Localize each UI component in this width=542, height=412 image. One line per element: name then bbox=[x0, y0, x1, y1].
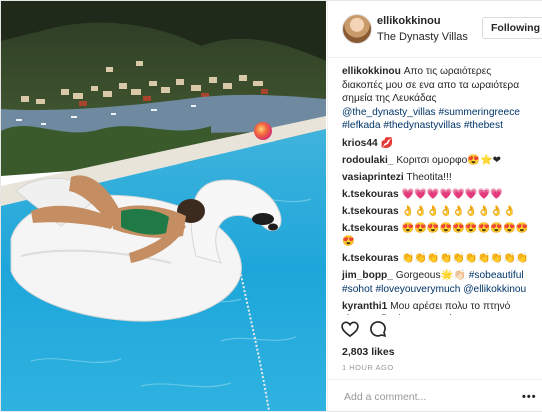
hashtag-link[interactable]: #thedynastyvillas bbox=[383, 120, 461, 131]
add-comment-input[interactable] bbox=[342, 388, 516, 406]
comment-text: 💋 bbox=[380, 137, 394, 149]
comment-text: 👏👏👏👏👏👏👏👏👏👏 bbox=[401, 253, 529, 264]
caption: ellikokkinou Απο τις ωραιότερες διακοπές… bbox=[328, 65, 542, 133]
comment-username[interactable]: ellikokkinou bbox=[342, 66, 401, 77]
hashtag-link[interactable]: #thebest bbox=[464, 120, 503, 131]
post-location[interactable]: The Dynasty Villas bbox=[377, 31, 468, 43]
mention-link[interactable]: @ellikokkinou bbox=[463, 284, 526, 295]
mention-link[interactable]: @the_dynasty_villas bbox=[342, 107, 436, 118]
comment-item: k.tsekouras 😍😍😍😍😍😍😍😍😍😍😍 bbox=[328, 222, 542, 249]
comment-item: jim_bopp_ Gorgeous🌟👏🏻 #sobeautiful #soho… bbox=[328, 269, 542, 296]
comment-item: kyranthi1 Μου αρέσει πολυ το πτηνό είναι… bbox=[328, 300, 542, 316]
add-comment-bar: ••• bbox=[328, 379, 542, 412]
comment-username[interactable]: k.tsekouras bbox=[342, 253, 399, 264]
comment-text: 💗💗💗💗💗💗💗💗 bbox=[401, 188, 503, 200]
comment-item: krios44 💋 bbox=[328, 137, 542, 151]
action-bar bbox=[328, 319, 542, 341]
comment-username[interactable]: jim_bopp_ bbox=[342, 270, 393, 281]
comment-item: vasiaprintezi Theotita!!! bbox=[328, 171, 542, 185]
comments-list: ellikokkinou Απο τις ωραιότερες διακοπές… bbox=[328, 65, 542, 315]
hashtag-link[interactable]: #summeringreece bbox=[438, 107, 520, 118]
comment-text: 👌👌👌👌👌👌👌👌👌 bbox=[401, 205, 516, 217]
comment-username[interactable]: k.tsekouras bbox=[342, 189, 399, 200]
comment-text: Κοριτσι ομορφο😍⭐❤ bbox=[396, 154, 502, 166]
likes-count[interactable]: 2,803 likes bbox=[342, 346, 395, 358]
comment-icon[interactable] bbox=[368, 319, 388, 339]
post-username[interactable]: ellikokkinou bbox=[377, 15, 441, 27]
hashtag-link[interactable]: #loveyouverymuch bbox=[375, 284, 460, 295]
post-photo[interactable] bbox=[1, 1, 326, 411]
hashtag-link[interactable]: #sohot bbox=[342, 284, 373, 295]
following-button[interactable]: Following bbox=[482, 17, 542, 39]
post-timestamp[interactable]: 1 HOUR AGO bbox=[342, 363, 394, 372]
post-sidebar: ellikokkinou The Dynasty Villas Followin… bbox=[327, 1, 542, 411]
instagram-post: ellikokkinou The Dynasty Villas Followin… bbox=[0, 0, 542, 412]
comment-item: rodoulaki_ Κοριτσι ομορφο😍⭐❤ bbox=[328, 154, 542, 168]
comment-username[interactable]: k.tsekouras bbox=[342, 206, 399, 217]
comment-username[interactable]: vasiaprintezi bbox=[342, 172, 404, 183]
comment-item: k.tsekouras 👌👌👌👌👌👌👌👌👌 bbox=[328, 205, 542, 219]
comment-text: Gorgeous🌟👏🏻 bbox=[395, 270, 466, 281]
comment-item: k.tsekouras 👏👏👏👏👏👏👏👏👏👏 bbox=[328, 252, 542, 266]
comment-username[interactable]: krios44 bbox=[342, 138, 378, 149]
heart-icon[interactable] bbox=[340, 319, 360, 339]
hashtag-link[interactable]: #lefkada bbox=[342, 120, 381, 131]
more-options-icon[interactable]: ••• bbox=[522, 391, 537, 403]
comment-username[interactable]: rodoulaki_ bbox=[342, 155, 394, 166]
comment-username[interactable]: kyranthi1 bbox=[342, 301, 387, 312]
comment-username[interactable]: k.tsekouras bbox=[342, 223, 399, 234]
avatar[interactable] bbox=[342, 14, 372, 44]
comment-text: Theotita!!! bbox=[406, 171, 452, 183]
pool-swan-photo bbox=[1, 1, 326, 411]
comment-item: k.tsekouras 💗💗💗💗💗💗💗💗 bbox=[328, 188, 542, 202]
hashtag-link[interactable]: #sobeautiful bbox=[469, 270, 524, 281]
post-header: ellikokkinou The Dynasty Villas Followin… bbox=[328, 1, 542, 58]
